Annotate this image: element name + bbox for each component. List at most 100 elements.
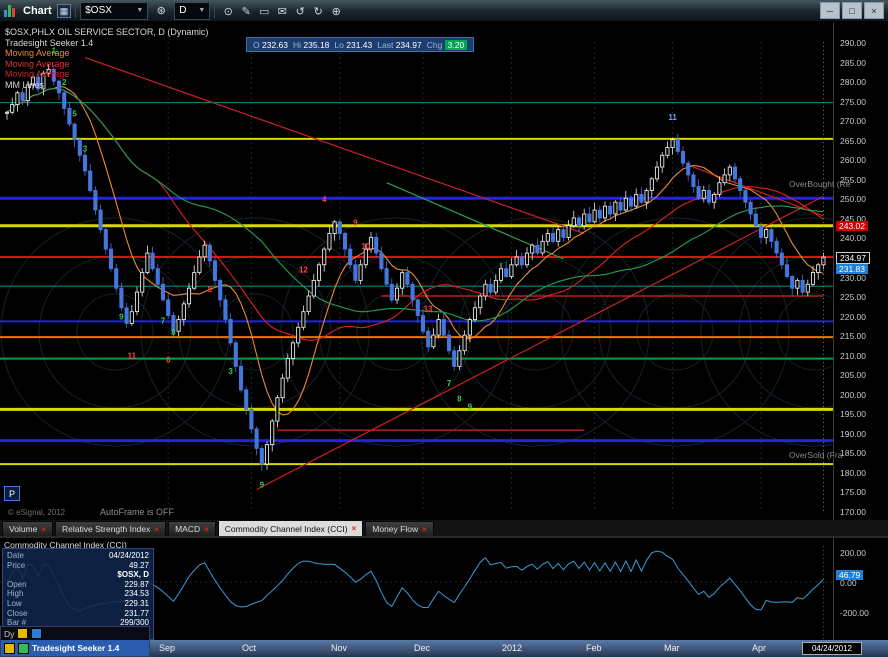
zoom-icon[interactable]: ⊙: [219, 3, 237, 19]
svg-text:3: 3: [83, 144, 88, 153]
chart-badge-icon: ▦: [56, 3, 72, 18]
price-axis-label: 290.00: [840, 38, 866, 48]
indicator-chip-icon: [17, 628, 29, 639]
symbol-value: $OSX: [85, 5, 112, 16]
data-window-row: High 234.53: [7, 589, 149, 599]
time-axis-label: Dec: [414, 643, 431, 653]
indicator-popup-selected[interactable]: Tradesight Seeker 1.4: [1, 640, 149, 656]
titlebar: Chart ▦ $OSX ▼ ⊛ D ▼ ⊙ ✎ ▭ ✉ ↺ ↻ ⊕ ─ □ ×: [0, 0, 888, 22]
close-icon[interactable]: ×: [204, 525, 209, 534]
price-chart[interactable]: 1 2 5 3 9 11 7 8 6 8 3 9 12 4 9 10 13 7 8 9 11 $OSX,PHLX OIL…: [0, 22, 888, 520]
overbought-label: OverBought (Re: [789, 179, 851, 189]
close-icon[interactable]: ×: [41, 525, 46, 534]
svg-text:8: 8: [171, 328, 176, 337]
legend-line: Moving Average: [5, 48, 70, 58]
svg-text:4: 4: [322, 195, 327, 204]
symbol-input[interactable]: $OSX ▼: [80, 1, 149, 20]
cci-panel[interactable]: Commodity Channel Index (CCI) 200.00 0.00…: [0, 537, 888, 641]
data-window-row: Date 04/24/2012: [7, 551, 149, 560]
svg-text:11: 11: [668, 113, 677, 122]
svg-text:5: 5: [72, 109, 77, 118]
data-window-row: Price 49.27: [7, 560, 149, 570]
interval-value: D: [179, 5, 187, 16]
redo-icon[interactable]: ↻: [309, 3, 327, 19]
time-axis-label: Nov: [331, 643, 348, 653]
chart-window: Chart ▦ $OSX ▼ ⊛ D ▼ ⊙ ✎ ▭ ✉ ↺ ↻ ⊕ ─ □ × 1 2 5 3 9 11…: [0, 0, 888, 657]
price-axis-label: 220.00: [840, 312, 866, 322]
svg-text:9: 9: [260, 481, 265, 490]
pencil-icon[interactable]: ✎: [237, 3, 255, 19]
tab-money-flow[interactable]: Money Flow ×: [365, 521, 434, 536]
price-axis-label: 250.00: [840, 194, 866, 204]
svg-text:13: 13: [424, 305, 433, 314]
close-icon[interactable]: ×: [422, 525, 427, 534]
svg-text:10: 10: [361, 242, 370, 251]
candlestick-plot[interactable]: 12539117868391249101378911: [0, 22, 833, 520]
undo-icon[interactable]: ↺: [291, 3, 309, 19]
legend-line: Tradesight Seeker 1.4: [5, 37, 94, 48]
price-axis-label: 175.00: [840, 487, 866, 497]
legend-line: MM Lines: [5, 79, 45, 90]
p-button[interactable]: P: [4, 486, 20, 501]
toolbar-separator: [214, 3, 216, 18]
chevron-down-icon: ▼: [198, 7, 206, 14]
cci-value-badge: 46.79: [836, 570, 864, 580]
tools-icon[interactable]: ⊕: [327, 3, 345, 19]
svg-text:12: 12: [299, 266, 308, 275]
price-axis-label: 240.00: [840, 233, 866, 243]
indicator-chip-icon: [31, 628, 43, 639]
symbol-lookup-icon[interactable]: ⊛: [152, 3, 170, 19]
price-axis[interactable]: 290.00 285.00 280.00 275.00 270.00 265.00 260.…: [833, 22, 888, 520]
change-badge: 3.20: [444, 39, 468, 50]
time-axis-label: Mar: [664, 643, 680, 653]
cci-axis[interactable]: 200.00 0.00 -200.00 46.79: [833, 538, 888, 641]
tab-volume[interactable]: Volume ×: [2, 521, 54, 536]
svg-text:6: 6: [166, 356, 171, 365]
price-axis-label: 170.00: [840, 507, 866, 517]
svg-text:3: 3: [228, 367, 233, 376]
price-highlight-badge: 243.02: [836, 221, 868, 231]
price-axis-label: 190.00: [840, 429, 866, 439]
price-axis-label: 200.00: [840, 390, 866, 400]
chart-app-icon: [4, 4, 19, 17]
legend-line: Moving Average: [5, 58, 70, 69]
interval-select[interactable]: D ▼: [174, 1, 211, 20]
price-axis-label: 215.00: [840, 331, 866, 341]
svg-text:7: 7: [447, 379, 452, 388]
ohlc-readout: O 232.63 Hi 235.18 Lo 231.43 Last 234.97…: [246, 37, 475, 52]
svg-text:9: 9: [353, 219, 358, 228]
tab-relative-strength-index[interactable]: Relative Strength Index ×: [55, 521, 167, 536]
indicator-tabs: Volume × Relative Strength Index × MACD × Comm…: [0, 520, 888, 537]
price-axis-label: 270.00: [840, 116, 866, 126]
price-axis-label: 265.00: [840, 136, 866, 146]
price-axis-label: 180.00: [840, 468, 866, 478]
toolbar-separator: [75, 3, 77, 18]
autoframe-status: AutoFrame is OFF: [100, 507, 175, 517]
background-circles: [0, 217, 833, 447]
close-button[interactable]: ×: [864, 2, 884, 19]
time-axis-label: Apr: [752, 643, 767, 653]
cci-axis-label: -200.00: [840, 608, 869, 618]
svg-text:9: 9: [468, 402, 473, 411]
tab-macd[interactable]: MACD ×: [168, 521, 216, 536]
indicator-popup-partial: Dy: [1, 627, 149, 640]
chat-icon[interactable]: ✉: [273, 3, 291, 19]
close-icon[interactable]: ×: [154, 525, 159, 534]
selected-indicator-label: Tradesight Seeker 1.4: [32, 643, 120, 653]
eraser-icon[interactable]: ▭: [255, 3, 273, 19]
close-icon[interactable]: ×: [352, 524, 357, 533]
price-axis-label: 210.00: [840, 351, 866, 361]
indicator-chip-icon: [18, 642, 29, 654]
oversold-label: OverSold (Fra: [789, 450, 843, 460]
minimize-button[interactable]: ─: [820, 2, 840, 19]
svg-text:9: 9: [119, 313, 124, 322]
time-axis-label: Sep: [159, 643, 176, 653]
svg-text:8: 8: [457, 395, 462, 404]
price-axis-label: 280.00: [840, 77, 866, 87]
tab-commodity-channel-index-cci-[interactable]: Commodity Channel Index (CCI) ×: [217, 520, 364, 536]
price-axis-label: 225.00: [840, 292, 866, 302]
maximize-button[interactable]: □: [842, 2, 862, 19]
legend-line: $OSX,PHLX OIL SERVICE SECTOR, D (Dynamic…: [5, 27, 209, 37]
chevron-down-icon: ▼: [136, 7, 144, 14]
price-axis-label: 185.00: [840, 448, 866, 458]
